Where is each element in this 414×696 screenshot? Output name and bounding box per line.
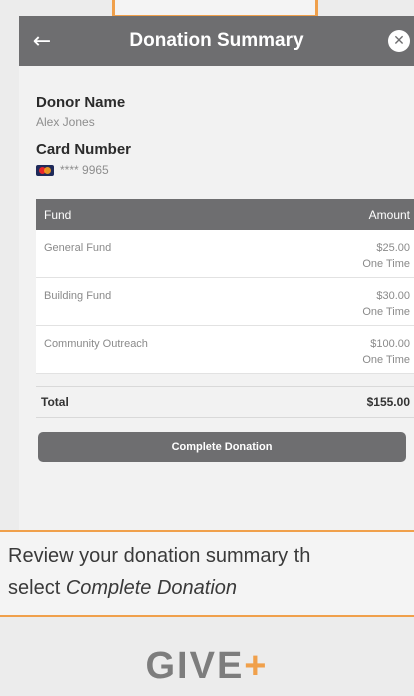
fund-amount: $25.00 — [376, 242, 410, 254]
donation-table: Fund Amount General Fund $25.00 One Time… — [36, 199, 414, 374]
fund-name: General Fund — [44, 242, 112, 254]
fund-frequency: One Time — [362, 354, 410, 366]
app-header: ← Donation Summary ✕ — [19, 16, 414, 66]
logo-plus: + — [244, 645, 269, 687]
caption-prefix: select — [8, 577, 66, 599]
fund-amount: $30.00 — [376, 290, 410, 302]
total-row: Total $155.00 — [36, 386, 414, 418]
donor-name-label: Donor Name — [36, 94, 126, 111]
caption-line-2: select Complete Donation — [8, 572, 414, 604]
card-number-value: **** 9965 — [60, 163, 109, 177]
column-header-fund: Fund — [44, 207, 72, 222]
back-arrow-icon[interactable]: ← — [19, 16, 65, 66]
give-plus-logo: GIVE+ — [0, 645, 414, 688]
total-value: $155.00 — [366, 395, 410, 409]
total-label: Total — [41, 395, 69, 409]
fund-amount: $100.00 — [370, 338, 410, 350]
fund-amount-cell: $25.00 One Time — [362, 230, 410, 277]
instruction-caption: Review your donation summary th select C… — [0, 530, 414, 617]
page-title: Donation Summary — [129, 30, 304, 51]
fund-name: Building Fund — [44, 290, 112, 302]
caption-emphasis: Complete Donation — [65, 577, 238, 599]
fund-amount-cell: $30.00 One Time — [362, 278, 410, 325]
column-header-amount: Amount — [368, 207, 410, 222]
summary-content: Donor Name Alex Jones Card Number **** 9… — [19, 66, 414, 462]
fund-frequency: One Time — [362, 306, 410, 318]
fund-frequency: One Time — [362, 258, 410, 270]
fund-amount-cell: $100.00 One Time — [362, 326, 410, 373]
table-row: Community Outreach $100.00 One Time — [36, 326, 414, 374]
phone-screen: ← Donation Summary ✕ Donor Name Alex Jon… — [19, 16, 414, 530]
complete-donation-button[interactable]: Complete Donation — [38, 432, 406, 462]
close-icon[interactable]: ✕ — [388, 30, 410, 52]
table-row: General Fund $25.00 One Time — [36, 230, 414, 278]
card-number-row: **** 9965 — [36, 163, 402, 177]
donor-name-value: Alex Jones — [36, 115, 95, 129]
caption-line-1: Review your donation summary th — [8, 545, 311, 567]
logo-text: GIVE — [145, 645, 245, 687]
mastercard-icon — [36, 164, 54, 176]
fund-name: Community Outreach — [44, 338, 148, 350]
table-row: Building Fund $30.00 One Time — [36, 278, 414, 326]
card-number-label: Card Number — [36, 141, 132, 158]
table-header: Fund Amount — [36, 199, 414, 230]
